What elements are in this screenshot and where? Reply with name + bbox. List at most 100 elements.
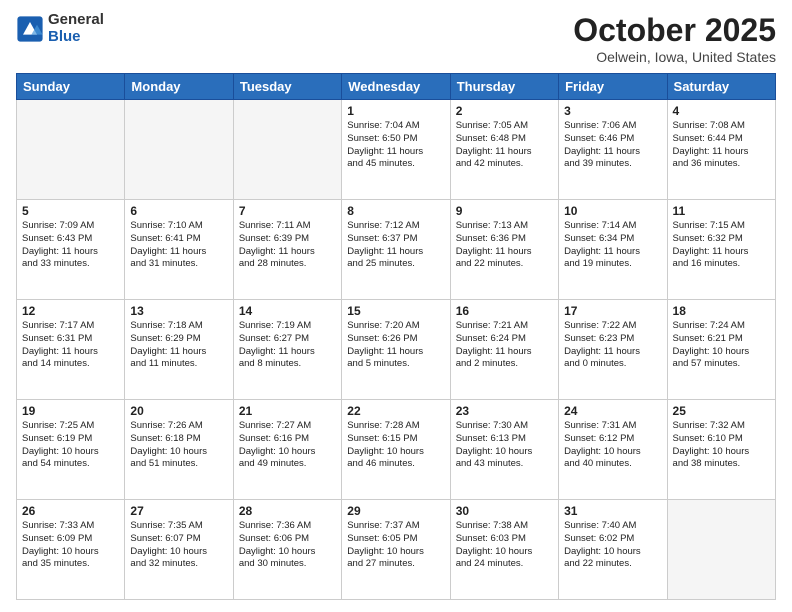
col-header-friday: Friday (559, 74, 667, 100)
day-cell: 22Sunrise: 7:28 AM Sunset: 6:15 PM Dayli… (342, 400, 450, 500)
day-cell (125, 100, 233, 200)
day-cell: 17 Sunrise: 7:22 AM Sunset: 6:23 PM Dayli… (559, 300, 667, 400)
day-info: Sunrise: 7:30 AM Sunset: 6:13 PM Dayligh… (456, 420, 553, 471)
day-number: 16 (456, 304, 553, 318)
page: General Blue October 2025 Oelwein, Iowa,… (0, 0, 792, 612)
title-month: October 2025 (573, 12, 776, 49)
day-info: Sunrise: 7:08 AM Sunset: 6:44 PM Dayligh… (673, 120, 770, 171)
day-info: Sunrise: 7:09 AM Sunset: 6:43 PM Dayligh… (22, 220, 119, 271)
day-cell: 12 Sunrise: 7:17 AM Sunset: 6:31 PM Dayli… (17, 300, 125, 400)
day-info: Sunrise: 7:15 AM Sunset: 6:32 PM Dayligh… (673, 220, 770, 271)
day-cell (233, 100, 341, 200)
day-number: 2 (456, 104, 553, 118)
day-number: 19 (22, 404, 119, 418)
day-number: 8 (347, 204, 444, 218)
week-row-5: 26Sunrise: 7:33 AM Sunset: 6:09 PM Dayli… (17, 500, 776, 600)
day-number: 5 (22, 204, 119, 218)
day-info: Sunrise: 7:17 AM Sunset: 6:31 PM Dayligh… (22, 320, 119, 371)
col-header-wednesday: Wednesday (342, 74, 450, 100)
day-info: Sunrise: 7:24 AM Sunset: 6:21 PM Dayligh… (673, 320, 770, 371)
day-number: 30 (456, 504, 553, 518)
day-info: Sunrise: 7:31 AM Sunset: 6:12 PM Dayligh… (564, 420, 661, 471)
day-info: Sunrise: 7:26 AM Sunset: 6:18 PM Dayligh… (130, 420, 227, 471)
day-number: 14 (239, 304, 336, 318)
day-cell: 25 Sunrise: 7:32 AM Sunset: 6:10 PM Dayli… (667, 400, 775, 500)
day-number: 7 (239, 204, 336, 218)
day-number: 29 (347, 504, 444, 518)
day-cell: 30 Sunrise: 7:38 AM Sunset: 6:03 PM Dayli… (450, 500, 558, 600)
day-info: Sunrise: 7:06 AM Sunset: 6:46 PM Dayligh… (564, 120, 661, 171)
day-cell: 14Sunrise: 7:19 AM Sunset: 6:27 PM Dayli… (233, 300, 341, 400)
day-cell: 20 Sunrise: 7:26 AM Sunset: 6:18 PM Dayli… (125, 400, 233, 500)
logo-icon (16, 15, 44, 43)
day-cell (17, 100, 125, 200)
header: General Blue October 2025 Oelwein, Iowa,… (16, 12, 776, 65)
logo: General Blue (16, 12, 104, 45)
day-number: 11 (673, 204, 770, 218)
day-cell: 10Sunrise: 7:14 AM Sunset: 6:34 PM Dayli… (559, 200, 667, 300)
day-number: 3 (564, 104, 661, 118)
day-number: 25 (673, 404, 770, 418)
day-cell: 11 Sunrise: 7:15 AM Sunset: 6:32 PM Dayli… (667, 200, 775, 300)
day-info: Sunrise: 7:20 AM Sunset: 6:26 PM Dayligh… (347, 320, 444, 371)
day-info: Sunrise: 7:11 AM Sunset: 6:39 PM Dayligh… (239, 220, 336, 271)
day-cell: 3 Sunrise: 7:06 AM Sunset: 6:46 PM Daylig… (559, 100, 667, 200)
day-cell: 29 Sunrise: 7:37 AM Sunset: 6:05 PM Dayli… (342, 500, 450, 600)
day-info: Sunrise: 7:38 AM Sunset: 6:03 PM Dayligh… (456, 520, 553, 571)
day-info: Sunrise: 7:18 AM Sunset: 6:29 PM Dayligh… (130, 320, 227, 371)
day-cell: 1Sunrise: 7:04 AM Sunset: 6:50 PM Daylig… (342, 100, 450, 200)
week-row-3: 12 Sunrise: 7:17 AM Sunset: 6:31 PM Dayli… (17, 300, 776, 400)
day-info: Sunrise: 7:36 AM Sunset: 6:06 PM Dayligh… (239, 520, 336, 571)
day-info: Sunrise: 7:35 AM Sunset: 6:07 PM Dayligh… (130, 520, 227, 571)
day-info: Sunrise: 7:14 AM Sunset: 6:34 PM Dayligh… (564, 220, 661, 271)
col-header-sunday: Sunday (17, 74, 125, 100)
day-cell: 19 Sunrise: 7:25 AM Sunset: 6:19 PM Dayli… (17, 400, 125, 500)
day-number: 15 (347, 304, 444, 318)
col-header-saturday: Saturday (667, 74, 775, 100)
day-number: 20 (130, 404, 227, 418)
col-header-monday: Monday (125, 74, 233, 100)
week-row-2: 5 Sunrise: 7:09 AM Sunset: 6:43 PM Daylig… (17, 200, 776, 300)
day-info: Sunrise: 7:28 AM Sunset: 6:15 PM Dayligh… (347, 420, 444, 471)
day-cell: 7 Sunrise: 7:11 AM Sunset: 6:39 PM Daylig… (233, 200, 341, 300)
title-location: Oelwein, Iowa, United States (573, 49, 776, 65)
day-number: 17 (564, 304, 661, 318)
day-info: Sunrise: 7:05 AM Sunset: 6:48 PM Dayligh… (456, 120, 553, 171)
day-info: Sunrise: 7:12 AM Sunset: 6:37 PM Dayligh… (347, 220, 444, 271)
day-number: 21 (239, 404, 336, 418)
day-info: Sunrise: 7:13 AM Sunset: 6:36 PM Dayligh… (456, 220, 553, 271)
day-number: 12 (22, 304, 119, 318)
day-cell: 8 Sunrise: 7:12 AM Sunset: 6:37 PM Daylig… (342, 200, 450, 300)
day-info: Sunrise: 7:10 AM Sunset: 6:41 PM Dayligh… (130, 220, 227, 271)
logo-text: General Blue (48, 12, 104, 45)
day-info: Sunrise: 7:04 AM Sunset: 6:50 PM Dayligh… (347, 120, 444, 171)
day-info: Sunrise: 7:37 AM Sunset: 6:05 PM Dayligh… (347, 520, 444, 571)
day-number: 23 (456, 404, 553, 418)
day-info: Sunrise: 7:22 AM Sunset: 6:23 PM Dayligh… (564, 320, 661, 371)
day-cell: 2 Sunrise: 7:05 AM Sunset: 6:48 PM Daylig… (450, 100, 558, 200)
col-header-tuesday: Tuesday (233, 74, 341, 100)
col-header-thursday: Thursday (450, 74, 558, 100)
day-info: Sunrise: 7:32 AM Sunset: 6:10 PM Dayligh… (673, 420, 770, 471)
day-number: 28 (239, 504, 336, 518)
day-info: Sunrise: 7:25 AM Sunset: 6:19 PM Dayligh… (22, 420, 119, 471)
header-row: SundayMondayTuesdayWednesdayThursdayFrid… (17, 74, 776, 100)
day-number: 18 (673, 304, 770, 318)
day-info: Sunrise: 7:33 AM Sunset: 6:09 PM Dayligh… (22, 520, 119, 571)
day-number: 4 (673, 104, 770, 118)
day-cell: 28 Sunrise: 7:36 AM Sunset: 6:06 PM Dayli… (233, 500, 341, 600)
calendar: SundayMondayTuesdayWednesdayThursdayFrid… (16, 73, 776, 600)
week-row-1: 1Sunrise: 7:04 AM Sunset: 6:50 PM Daylig… (17, 100, 776, 200)
day-info: Sunrise: 7:27 AM Sunset: 6:16 PM Dayligh… (239, 420, 336, 471)
day-number: 13 (130, 304, 227, 318)
day-info: Sunrise: 7:40 AM Sunset: 6:02 PM Dayligh… (564, 520, 661, 571)
day-cell: 13 Sunrise: 7:18 AM Sunset: 6:29 PM Dayli… (125, 300, 233, 400)
day-cell: 15 Sunrise: 7:20 AM Sunset: 6:26 PM Dayli… (342, 300, 450, 400)
day-number: 31 (564, 504, 661, 518)
day-number: 6 (130, 204, 227, 218)
day-number: 27 (130, 504, 227, 518)
logo-blue-text: Blue (48, 29, 104, 46)
day-cell: 31 Sunrise: 7:40 AM Sunset: 6:02 PM Dayli… (559, 500, 667, 600)
title-block: October 2025 Oelwein, Iowa, United State… (573, 12, 776, 65)
logo-general-text: General (48, 12, 104, 29)
